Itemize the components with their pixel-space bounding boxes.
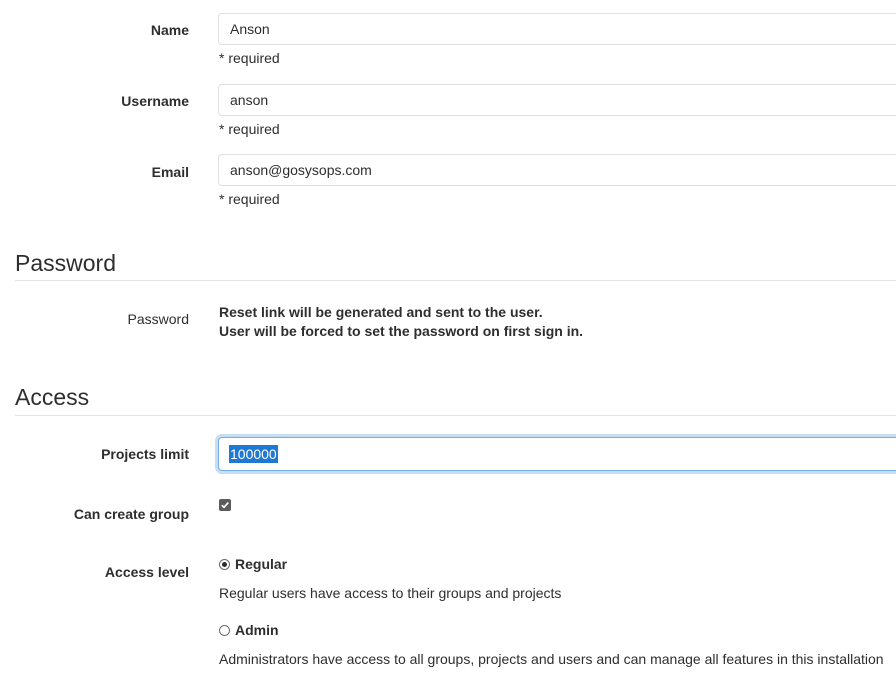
projects-limit-value: 100000: [229, 445, 278, 463]
username-required-hint: * required: [219, 121, 280, 137]
name-label: Name: [150, 22, 189, 38]
name-required-hint: * required: [219, 50, 280, 66]
regular-radio[interactable]: [219, 558, 230, 570]
password-section-title: Password: [15, 250, 116, 276]
password-reset-note: Reset link will be generated and sent to…: [219, 304, 543, 320]
email-input-value: anson@gosysops.com: [230, 162, 372, 178]
access-section-title: Access: [15, 384, 90, 410]
access-section-divider: [15, 415, 896, 416]
can-create-group-label: Can create group: [73, 506, 189, 522]
username-input-value: anson: [230, 92, 269, 108]
regular-radio-label[interactable]: Regular: [235, 556, 287, 572]
name-input[interactable]: Anson: [218, 13, 896, 45]
admin-radio[interactable]: [219, 624, 230, 636]
access-level-regular-option[interactable]: Regular: [219, 556, 287, 572]
name-input-value: Anson: [230, 21, 270, 37]
email-required-hint: * required: [219, 191, 280, 207]
admin-description: Administrators have access to all groups…: [219, 651, 884, 667]
password-force-note: User will be forced to set the password …: [219, 323, 584, 339]
projects-limit-label: Projects limit: [101, 446, 189, 462]
access-level-label: Access level: [104, 564, 189, 580]
email-label: Email: [151, 164, 189, 180]
password-label: Password: [127, 311, 189, 327]
email-input[interactable]: anson@gosysops.com: [218, 154, 896, 186]
password-section-divider: [15, 280, 896, 281]
checkmark-icon: [221, 502, 229, 509]
username-input[interactable]: anson: [218, 84, 896, 116]
access-level-admin-option[interactable]: Admin: [219, 622, 279, 638]
username-label: Username: [121, 93, 189, 109]
can-create-group-checkbox[interactable]: [219, 499, 231, 511]
projects-limit-input[interactable]: 100000: [218, 437, 896, 471]
radio-selected-dot-icon: [222, 561, 227, 567]
admin-radio-label[interactable]: Admin: [235, 622, 279, 638]
regular-description: Regular users have access to their group…: [219, 585, 562, 601]
